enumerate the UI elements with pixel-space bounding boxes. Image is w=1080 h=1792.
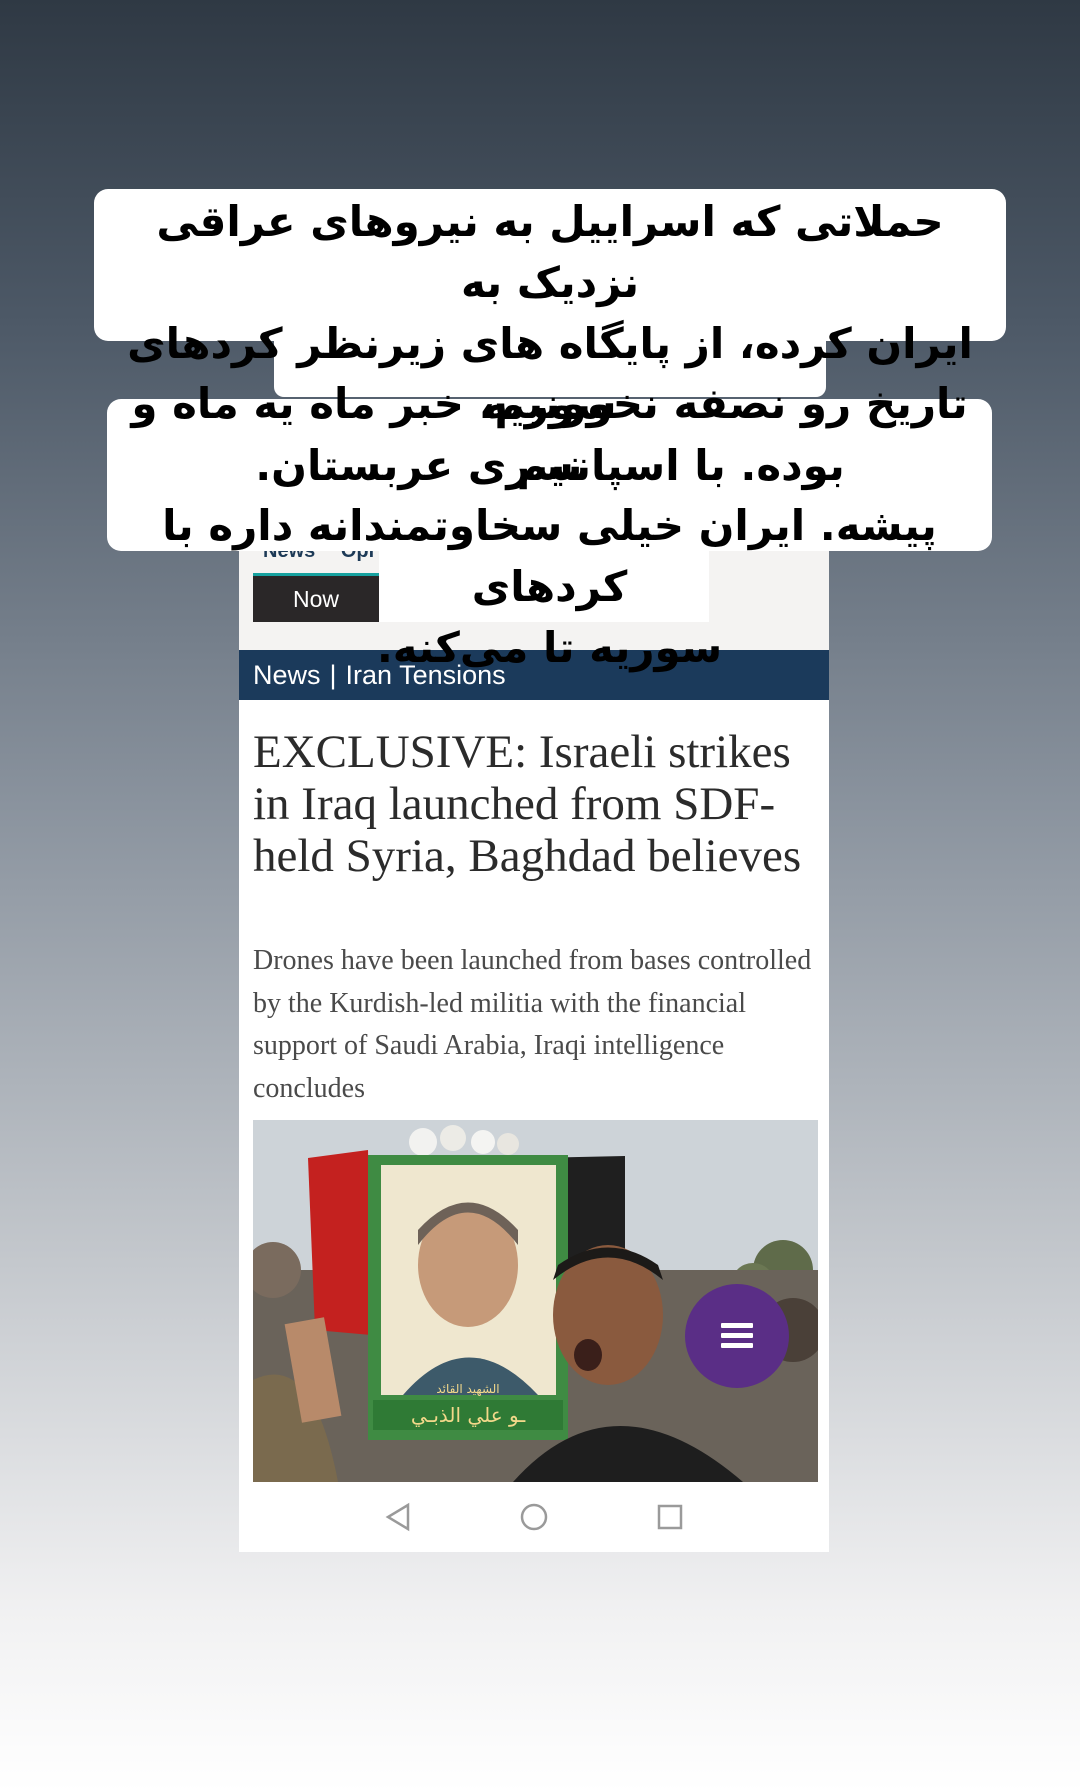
- caption-paragraph-2: تاریخ رو نصفه نخوونیم، خبر ماه یه ماه و …: [107, 373, 992, 678]
- nav-home-button[interactable]: [516, 1499, 552, 1535]
- menu-button[interactable]: [685, 1284, 789, 1388]
- photo-caption-arabic-name: ـو علي الذبـي: [411, 1403, 527, 1428]
- article-headline: EXCLUSIVE: Israeli strikes in Iraq launc…: [253, 726, 802, 882]
- caption-line: تاریخ رو نصفه نخوونیم، خبر ماه یه ماه و …: [131, 379, 968, 489]
- photo-caption-arabic-small: الشهيد القائد: [436, 1382, 499, 1396]
- caption-line: سوریه تا می‌کنه.: [376, 623, 723, 672]
- article-standfirst: Drones have been launched from bases con…: [253, 945, 812, 1104]
- phone-screenshot: News Opi Now News | Iran Tensions EXCLUS…: [239, 540, 829, 1552]
- home-circle-icon: [520, 1503, 548, 1531]
- caption-line: حملاتی که اسراییل به نیروهای عراقی نزدیک…: [156, 197, 944, 307]
- hamburger-menu-icon: [721, 1323, 753, 1348]
- nav-back-button[interactable]: [380, 1499, 416, 1535]
- android-navigation-bar: [239, 1482, 829, 1552]
- nav-recents-button[interactable]: [652, 1499, 688, 1535]
- recents-square-icon: [657, 1504, 683, 1530]
- caption-line: پیشه. ایران خیلی سخاوتمندانه داره با کرد…: [162, 501, 937, 611]
- back-triangle-icon: [385, 1502, 410, 1532]
